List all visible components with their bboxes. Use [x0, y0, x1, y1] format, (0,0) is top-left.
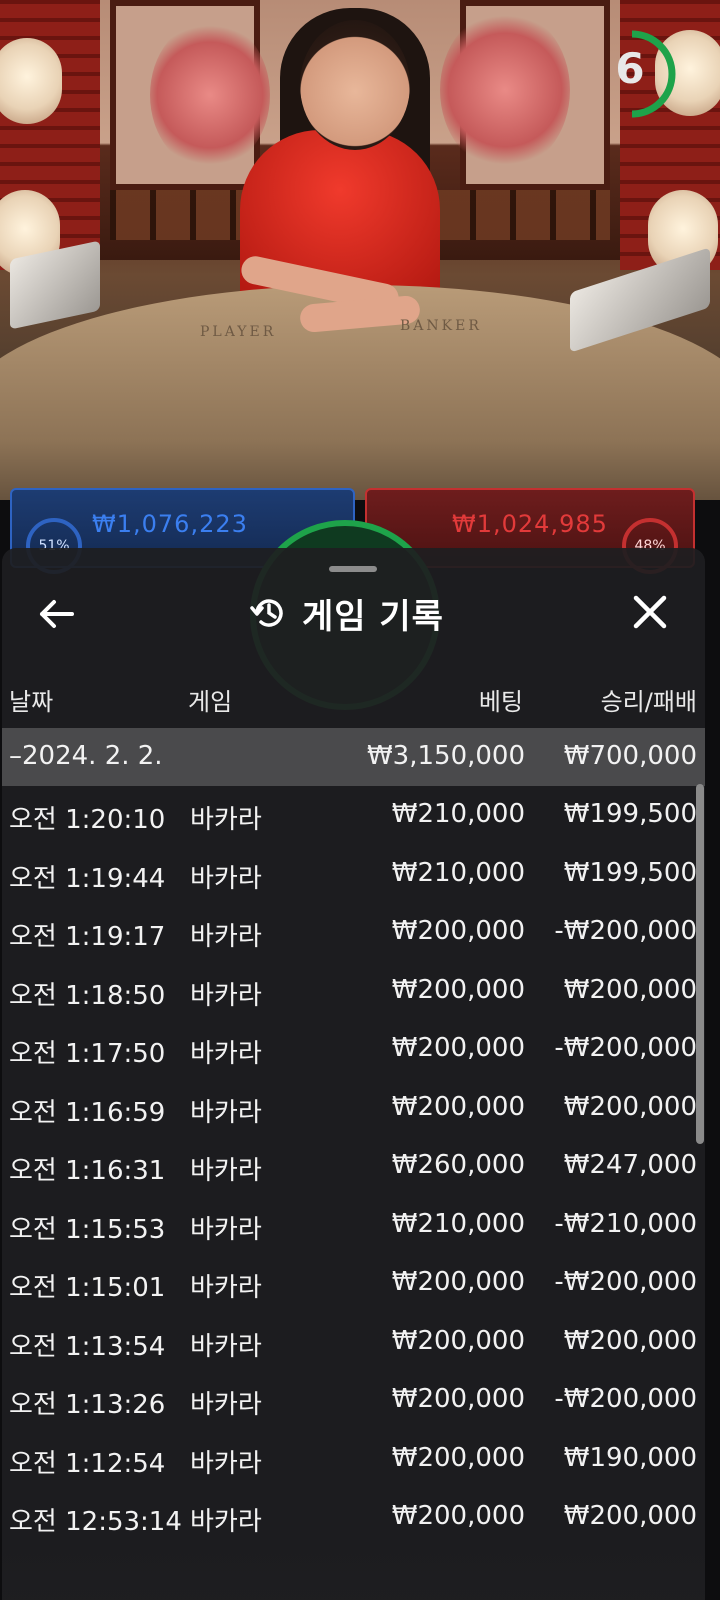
- history-row[interactable]: 오전 1:16:59 바카라 ₩200,000 ₩200,000: [2, 1079, 705, 1138]
- row-result: ₩199,500: [563, 857, 697, 888]
- row-bet: ₩200,000: [391, 916, 525, 946]
- row-game: 바카라: [190, 980, 262, 1011]
- sheet-drag-handle[interactable]: [329, 566, 377, 572]
- row-time: 오전 1:19:44: [9, 863, 166, 894]
- row-time: 오전 1:12:54: [9, 1448, 166, 1479]
- row-result: ₩200,000: [563, 974, 697, 1005]
- row-bet: ₩200,000: [391, 974, 525, 1005]
- row-time: 오전 1:17:50: [9, 1039, 166, 1069]
- row-bet: ₩200,000: [391, 1325, 525, 1356]
- game-history-sheet: 게임 기록 날짜 게임 베팅 승리/패배 –2024. 2. 2. ₩3,150…: [2, 548, 705, 1600]
- row-bet: ₩210,000: [391, 1208, 525, 1239]
- row-time: 오전 1:13:54: [9, 1331, 166, 1362]
- row-result: -₩200,000: [554, 1033, 697, 1063]
- row-game: 바카라: [190, 1039, 262, 1069]
- row-bet: ₩210,000: [391, 857, 525, 888]
- row-time: 오전 1:16:31: [9, 1156, 166, 1186]
- col-game: 게임: [188, 688, 233, 716]
- row-bet: ₩260,000: [391, 1150, 525, 1180]
- row-result: -₩200,000: [554, 1267, 697, 1297]
- history-row[interactable]: 오전 1:15:53 바카라 ₩210,000 -₩210,000: [2, 1196, 705, 1255]
- table-header: 날짜 게임 베팅 승리/패배: [2, 676, 705, 716]
- row-bet: ₩200,000: [391, 1501, 525, 1531]
- row-result: ₩200,000: [563, 1325, 697, 1356]
- scrollbar[interactable]: [696, 784, 704, 1144]
- row-game: 바카라: [190, 1214, 262, 1245]
- back-button[interactable]: [36, 594, 80, 634]
- history-row[interactable]: 오전 1:18:50 바카라 ₩200,000 ₩200,000: [2, 962, 705, 1021]
- table-label-banker: BANKER: [400, 318, 482, 334]
- sheet-title: 게임 기록: [302, 596, 444, 637]
- row-game: 바카라: [190, 1448, 262, 1479]
- row-time: 오전 1:15:01: [9, 1273, 166, 1303]
- history-icon: [250, 599, 283, 627]
- history-row[interactable]: 오전 1:13:54 바카라 ₩200,000 ₩200,000: [2, 1313, 705, 1372]
- history-row[interactable]: 오전 1:16:31 바카라 ₩260,000 ₩247,000: [2, 1137, 705, 1196]
- row-bet: ₩200,000: [391, 1091, 525, 1122]
- col-date: 날짜: [9, 688, 54, 716]
- col-win-loss: 승리/패배: [600, 688, 697, 716]
- row-bet: ₩200,000: [391, 1267, 525, 1297]
- history-row[interactable]: 오전 1:19:17 바카라 ₩200,000 -₩200,000: [2, 903, 705, 962]
- row-result: -₩200,000: [554, 916, 697, 946]
- row-game: 바카라: [190, 805, 262, 835]
- row-bet: ₩200,000: [391, 1033, 525, 1063]
- blossom: [150, 20, 270, 170]
- history-row[interactable]: 오전 1:20:10 바카라 ₩210,000 ₩199,500: [2, 786, 705, 845]
- row-result: ₩247,000: [563, 1150, 697, 1180]
- row-time: 오전 1:18:50: [9, 980, 166, 1011]
- table-label-player: PLAYER: [200, 324, 277, 340]
- row-time: 오전 1:20:10: [9, 805, 166, 835]
- history-row[interactable]: 오전 1:13:26 바카라 ₩200,000 -₩200,000: [2, 1371, 705, 1430]
- row-result: ₩200,000: [563, 1091, 697, 1122]
- row-result: -₩200,000: [554, 1384, 697, 1414]
- sheet-header: 게임 기록: [2, 578, 705, 648]
- col-bet: 베팅: [478, 688, 523, 716]
- row-bet: ₩200,000: [391, 1384, 525, 1414]
- history-row[interactable]: 오전 12:53:14 바카라 ₩200,000 ₩200,000: [2, 1488, 705, 1547]
- row-game: 바카라: [190, 1331, 262, 1362]
- history-list: –2024. 2. 2. ₩3,150,000 ₩700,000 오전 1:20…: [2, 728, 705, 1547]
- row-game: 바카라: [190, 1273, 262, 1303]
- banker-amount: ₩1,024,985: [452, 510, 608, 538]
- row-time: 오전 1:15:53: [9, 1214, 166, 1245]
- row-time: 오전 1:13:26: [9, 1390, 166, 1420]
- close-button[interactable]: [628, 594, 672, 634]
- row-game: 바카라: [190, 1507, 262, 1537]
- row-result: ₩199,500: [563, 799, 697, 829]
- lantern: [0, 38, 62, 124]
- row-time: 오전 12:53:14: [9, 1507, 182, 1537]
- live-video: PLAYER BANKER 6: [0, 0, 720, 500]
- row-bet: ₩210,000: [391, 799, 525, 829]
- timer-value: 6: [615, 44, 645, 93]
- close-icon: [633, 595, 667, 629]
- dealer-face: [300, 20, 410, 150]
- history-row[interactable]: 오전 1:17:50 바카라 ₩200,000 -₩200,000: [2, 1020, 705, 1079]
- row-result: ₩190,000: [563, 1442, 697, 1473]
- date-group-row[interactable]: –2024. 2. 2. ₩3,150,000 ₩700,000: [2, 728, 705, 786]
- row-result: -₩210,000: [554, 1208, 697, 1239]
- row-game: 바카라: [190, 922, 262, 952]
- arrow-left-icon: [40, 600, 74, 628]
- row-result: ₩200,000: [563, 1501, 697, 1531]
- row-bet: ₩200,000: [391, 1442, 525, 1473]
- row-game: 바카라: [190, 1097, 262, 1128]
- date-group-label: –2024. 2. 2.: [9, 741, 163, 771]
- history-row[interactable]: 오전 1:12:54 바카라 ₩200,000 ₩190,000: [2, 1430, 705, 1489]
- countdown-timer: 6: [610, 26, 678, 122]
- history-row[interactable]: 오전 1:19:44 바카라 ₩210,000 ₩199,500: [2, 845, 705, 904]
- row-time: 오전 1:19:17: [9, 922, 166, 952]
- row-game: 바카라: [190, 1390, 262, 1420]
- sheet-title-group: 게임 기록: [250, 588, 444, 638]
- date-group-bet-total: ₩3,150,000: [366, 741, 525, 771]
- row-game: 바카라: [190, 863, 262, 894]
- player-amount: ₩1,076,223: [92, 510, 248, 538]
- history-row[interactable]: 오전 1:15:01 바카라 ₩200,000 -₩200,000: [2, 1254, 705, 1313]
- date-group-win-total: ₩700,000: [563, 741, 697, 771]
- row-time: 오전 1:16:59: [9, 1097, 166, 1128]
- blossom: [440, 10, 570, 170]
- row-game: 바카라: [190, 1156, 262, 1186]
